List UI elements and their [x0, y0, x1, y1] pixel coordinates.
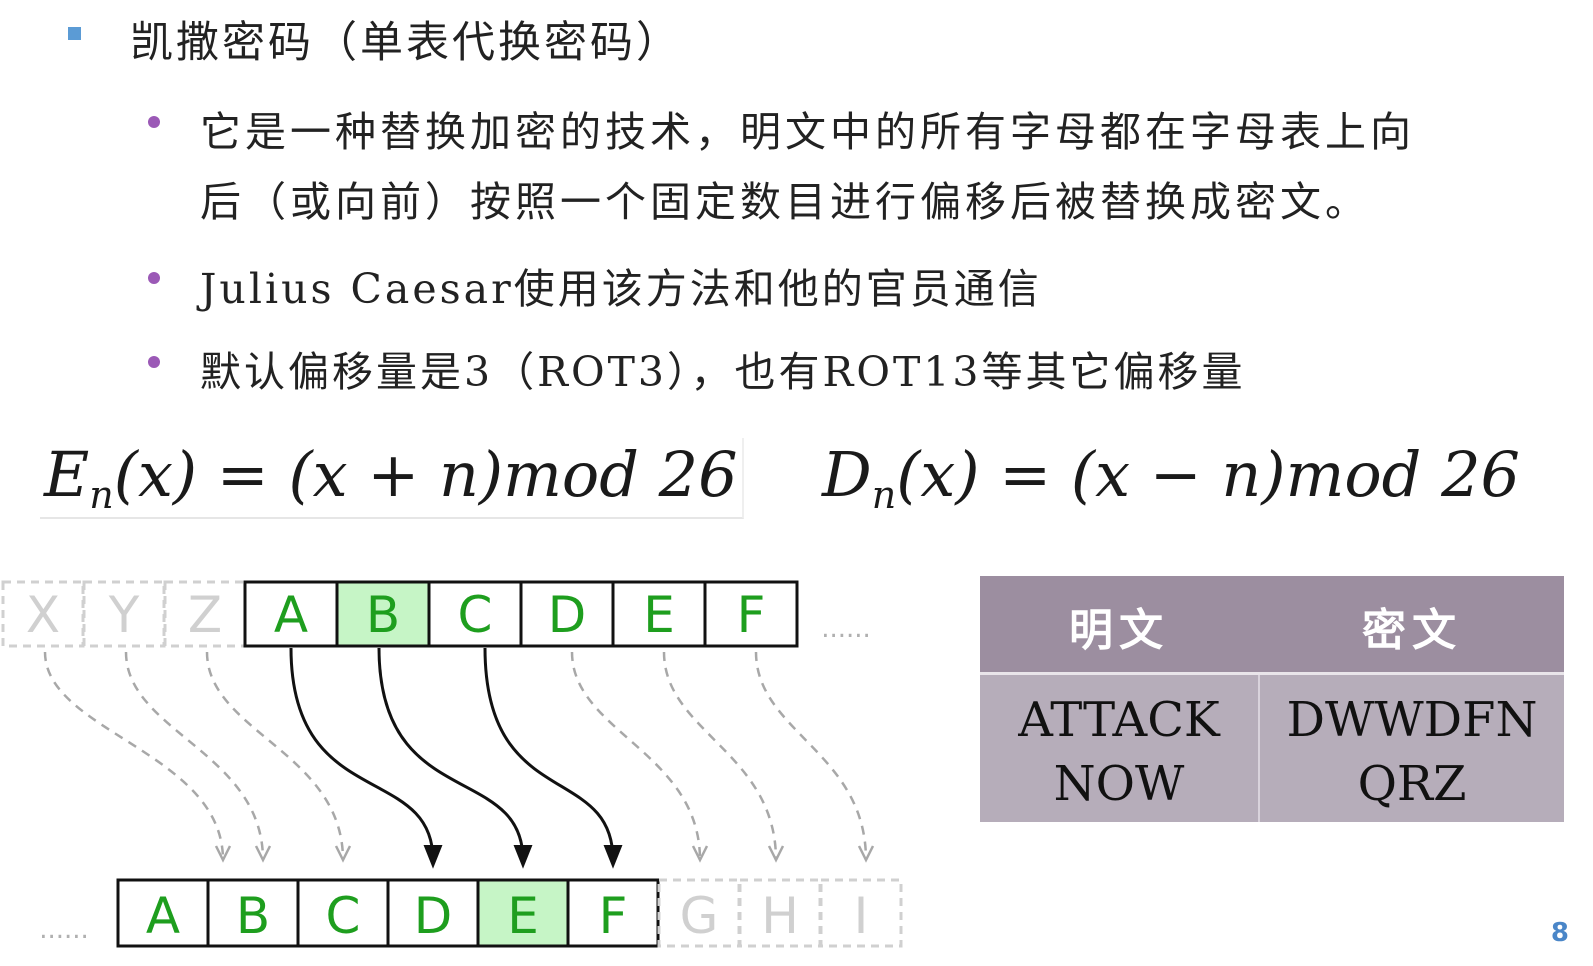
- bullet-dot-icon: [148, 272, 160, 284]
- faded-bottom-letter: G: [680, 887, 719, 945]
- page-number: 8: [1550, 918, 1569, 948]
- faded-top-letter: Y: [108, 586, 140, 644]
- faded-top-letter: X: [26, 586, 60, 644]
- dashed-shift-arrow: [205, 651, 345, 861]
- cipher-table: 明文 密文 ATTACK NOW DWWDFN QRZ: [980, 576, 1564, 822]
- encrypt-formula: En(x) = (x + n)mod 26: [40, 438, 744, 519]
- ellipsis-bottom: ......: [39, 915, 89, 945]
- dashed-shift-arrow: [662, 651, 778, 861]
- bottom-letter: C: [326, 887, 361, 945]
- cell-ciphertext: DWWDFN QRZ: [1286, 692, 1538, 812]
- bullet-dot-icon: [148, 356, 160, 368]
- bottom-letter: D: [414, 887, 453, 945]
- bullet-text-1a: 它是一种替换加密的技术，明文中的所有字母都在字母表上向: [200, 108, 1415, 156]
- bullet-text-3: 默认偏移量是3（ROT3），也有ROT13等其它偏移量: [200, 348, 1246, 396]
- bottom-letter: F: [599, 887, 628, 945]
- encrypt-mod: mod 26: [503, 438, 738, 511]
- heading-bullet-icon: [68, 27, 81, 40]
- decrypt-sub: n: [871, 473, 897, 517]
- bottom-letter: B: [236, 887, 270, 945]
- decrypt-mod: mod 26: [1285, 438, 1520, 511]
- bottom-letter: A: [146, 887, 180, 945]
- ellipsis-top: ......: [821, 614, 871, 644]
- top-letter: E: [643, 586, 675, 644]
- caesar-shift-diagram: X Y Z A B C D E F ......A B C D E F G H I......: [1, 580, 903, 948]
- encrypt-sub: n: [89, 473, 114, 517]
- bullet-text-1b: 后（或向前）按照一个固定数目进行偏移后被替换成密文。: [200, 178, 1370, 226]
- encrypt-fn: E: [44, 438, 90, 511]
- shift-arrow: [483, 647, 615, 861]
- decrypt-arg: (x) = (x − n): [896, 438, 1286, 511]
- cell-plaintext: ATTACK NOW: [1018, 692, 1220, 812]
- top-letter: C: [458, 586, 493, 644]
- top-letter: A: [274, 586, 308, 644]
- faded-bottom-letter: H: [761, 887, 799, 945]
- top-letter: D: [548, 586, 587, 644]
- decrypt-fn: D: [822, 438, 872, 511]
- arrowhead-icon: [603, 845, 623, 869]
- bullet-text-2: Julius Caesar使用该方法和他的官员通信: [200, 265, 1042, 313]
- encrypt-arg: (x) = (x + n): [113, 438, 504, 511]
- faded-bottom-letter: I: [854, 887, 869, 945]
- shift-arrow: [289, 647, 435, 861]
- decrypt-formula: Dn(x) = (x − n)mod 26: [822, 438, 1520, 517]
- dashed-shift-arrow: [124, 651, 265, 861]
- top-letter: F: [737, 586, 766, 644]
- shift-arrow: [377, 647, 525, 861]
- top-letter: B: [366, 586, 400, 644]
- bottom-letter: E: [507, 887, 539, 945]
- slide-heading: 凯撒密码（单表代换密码）: [130, 18, 682, 68]
- arrowhead-icon: [423, 845, 443, 869]
- header-plaintext: 明文: [1069, 605, 1169, 656]
- dashed-shift-arrow: [570, 651, 702, 861]
- faded-top-letter: Z: [188, 586, 222, 644]
- bullet-dot-icon: [148, 116, 160, 128]
- header-ciphertext: 密文: [1362, 605, 1462, 656]
- arrowhead-icon: [513, 845, 533, 869]
